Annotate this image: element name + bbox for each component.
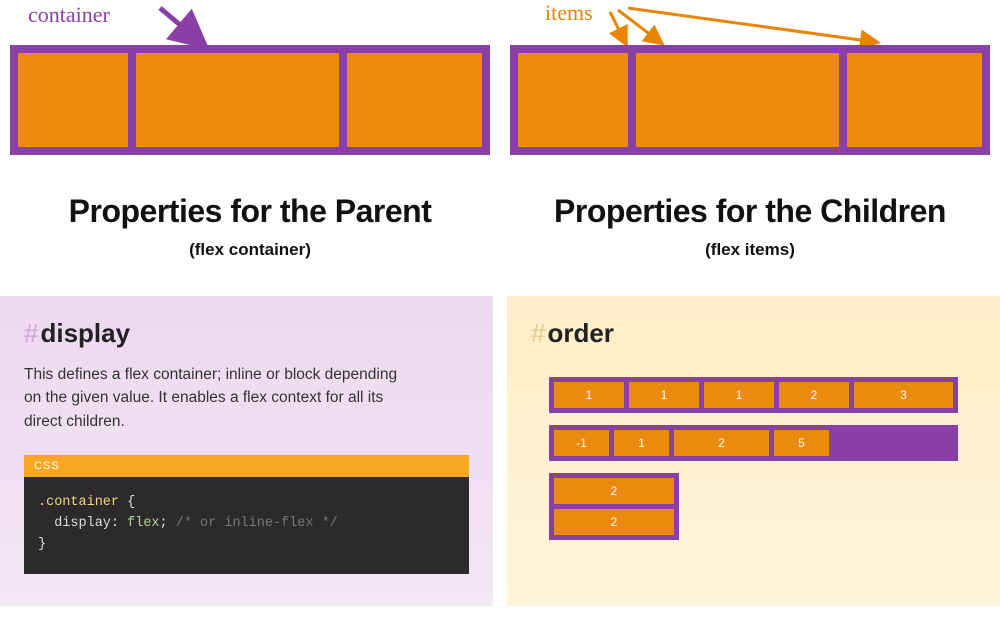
order-heading: #order [531, 318, 976, 349]
order-cell: 2 [554, 478, 674, 504]
children-subtitle: (flex items) [510, 240, 990, 260]
order-cell: 1 [629, 382, 699, 408]
parent-heading: Properties for the Parent (flex containe… [10, 193, 490, 260]
order-cell: 1 [554, 382, 624, 408]
items-arrows-icon [510, 0, 990, 45]
order-cell: 2 [674, 430, 769, 456]
code-value: flex [127, 516, 159, 531]
demo-item [518, 53, 628, 147]
order-cell: 5 [774, 430, 829, 456]
order-cell: 1 [704, 382, 774, 408]
order-diagram: 1 1 1 2 3 -1 1 2 5 2 2 [531, 377, 976, 540]
page-grid: container Properties for the Parent (fle… [0, 0, 1000, 260]
display-title: display [40, 318, 130, 348]
right-column: items Properties for the Children (flex … [510, 0, 990, 260]
left-column: container Properties for the Parent (fle… [10, 0, 490, 260]
code-semi: ; [160, 516, 168, 531]
code-brace-open: { [119, 495, 135, 510]
children-title: Properties for the Children [510, 193, 990, 230]
flex-container-demo [10, 45, 490, 155]
order-cell: 3 [854, 382, 953, 408]
demo-item [847, 53, 982, 147]
container-arrow-icon [10, 0, 490, 45]
order-cell: -1 [554, 430, 609, 456]
display-description: This defines a flex container; inline or… [24, 363, 404, 433]
parent-title: Properties for the Parent [10, 193, 490, 230]
order-title: order [547, 318, 613, 348]
code-lang-label: CSS [24, 455, 469, 477]
flex-items-demo [510, 45, 990, 155]
order-spacer [834, 430, 953, 456]
demo-item [347, 53, 482, 147]
order-cell: 2 [779, 382, 849, 408]
display-panel: #display This defines a flex container; … [0, 296, 493, 606]
hash-icon: # [24, 318, 38, 348]
order-cell: 2 [554, 509, 674, 535]
display-heading: #display [24, 318, 469, 349]
order-row-1: 1 1 1 2 3 [549, 377, 958, 413]
order-panel: #order 1 1 1 2 3 -1 1 2 5 2 2 [507, 296, 1000, 606]
demo-item [636, 53, 839, 147]
children-heading: Properties for the Children (flex items) [510, 193, 990, 260]
hash-icon: # [531, 318, 545, 348]
code-brace-close: } [38, 537, 46, 552]
parent-subtitle: (flex container) [10, 240, 490, 260]
order-row-3: 2 2 [549, 473, 679, 540]
code-prop: display [38, 516, 111, 531]
code-selector: .container [38, 495, 119, 510]
demo-item [18, 53, 128, 147]
items-label-area: items [510, 0, 990, 45]
panel-row: #display This defines a flex container; … [0, 296, 1000, 606]
container-label-area: container [10, 0, 490, 45]
code-block: CSS .container { display: flex; /* or in… [24, 455, 469, 574]
code-comment: /* or inline-flex */ [168, 516, 338, 531]
order-cell: 1 [614, 430, 669, 456]
order-row-2: -1 1 2 5 [549, 425, 958, 461]
code-colon: : [111, 516, 127, 531]
code-body: .container { display: flex; /* or inline… [24, 477, 469, 574]
demo-item [136, 53, 339, 147]
